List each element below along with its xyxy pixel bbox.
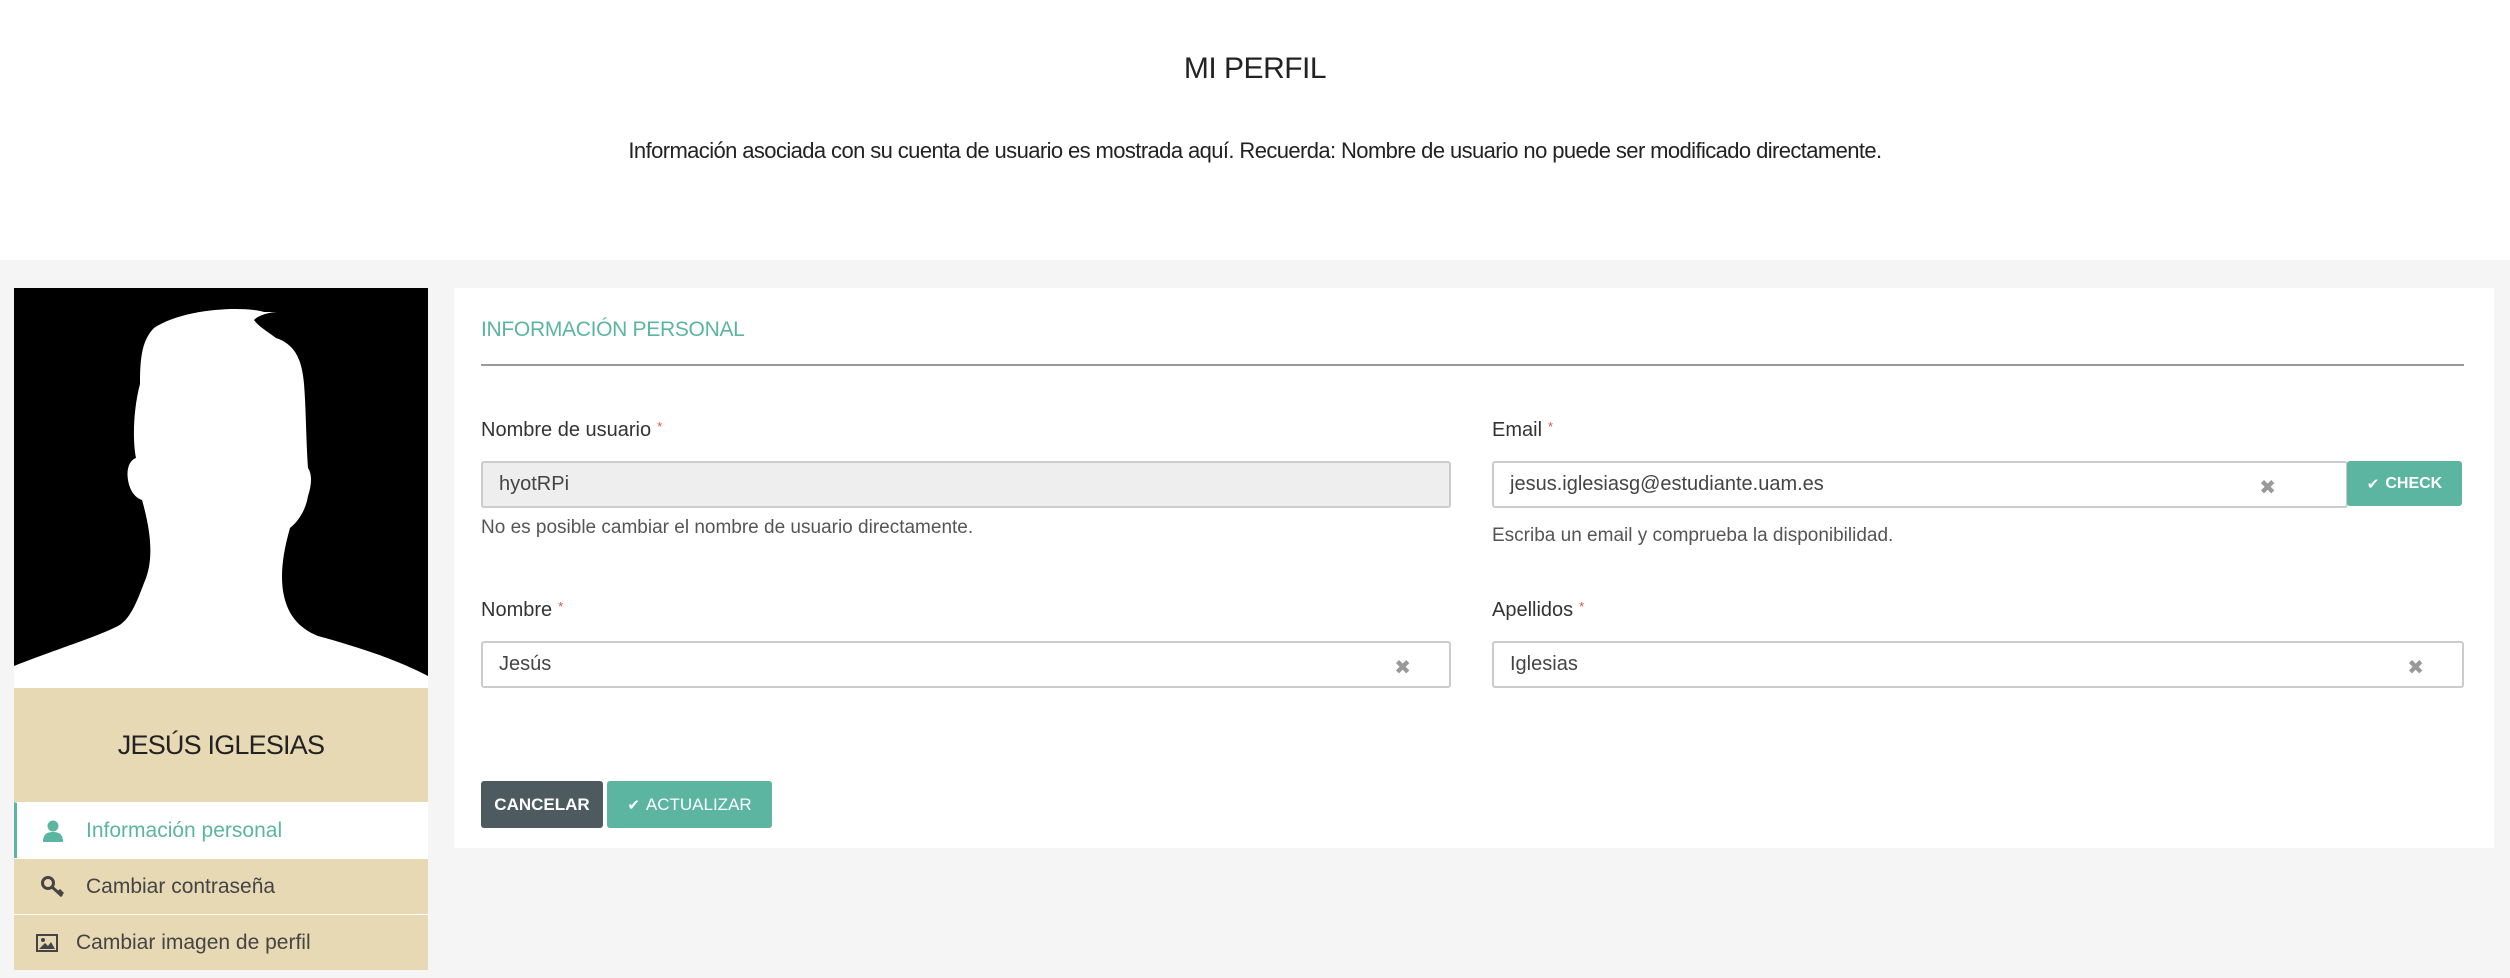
check-icon: ✔ bbox=[2366, 475, 2380, 493]
page-title: MI PERFIL bbox=[1183, 52, 1327, 85]
page-header: MI PERFIL Información asociada con su cu… bbox=[0, 0, 2510, 260]
sidebar-item-label: Cambiar imagen de perfil bbox=[76, 930, 311, 954]
clear-email-icon[interactable]: ✖ bbox=[2259, 475, 2276, 500]
email-label-text: Email bbox=[1492, 419, 1543, 441]
cancel-button[interactable]: CANCELAR bbox=[481, 781, 603, 828]
email-help: Escriba un email y comprueba la disponib… bbox=[1492, 525, 1894, 546]
nombre-label-text: Nombre bbox=[481, 599, 553, 621]
email-value: jesus.iglesiasg@estudiante.uam.es bbox=[1510, 473, 1824, 495]
update-button[interactable]: ✔ ACTUALIZAR bbox=[607, 781, 772, 828]
clear-apellidos-icon[interactable]: ✖ bbox=[2407, 655, 2424, 680]
apellidos-field[interactable]: Iglesias ✖ bbox=[1492, 641, 2464, 688]
username-value: hyotRPi bbox=[499, 473, 570, 495]
profile-sidebar: JESÚS IGLESIAS Información personal Camb… bbox=[14, 288, 428, 970]
section-title: INFORMACIÓN PERSONAL bbox=[481, 318, 745, 341]
nombre-value: Jesús bbox=[499, 653, 552, 675]
profile-name-box: JESÚS IGLESIAS bbox=[14, 688, 428, 802]
avatar-silhouette-icon bbox=[14, 309, 428, 688]
personal-info-card: INFORMACIÓN PERSONAL Nombre de usuario * … bbox=[454, 288, 2494, 848]
sidebar-item-change-image[interactable]: Cambiar imagen de perfil bbox=[14, 914, 428, 970]
check-email-button[interactable]: ✔ CHECK bbox=[2347, 461, 2462, 506]
section-divider bbox=[481, 364, 2464, 366]
nombre-label: Nombre * bbox=[481, 599, 563, 622]
username-label-text: Nombre de usuario bbox=[481, 419, 652, 441]
page-subtitle: Información asociada con su cuenta de us… bbox=[628, 138, 1882, 163]
required-mark: * bbox=[558, 599, 564, 614]
sidebar-item-personal-info[interactable]: Información personal bbox=[14, 802, 428, 858]
username-label: Nombre de usuario * bbox=[481, 419, 662, 442]
apellidos-value: Iglesias bbox=[1510, 653, 1578, 675]
key-icon bbox=[38, 875, 68, 899]
profile-menu: Información personal Cambiar contraseña … bbox=[14, 802, 428, 970]
profile-name: JESÚS IGLESIAS bbox=[117, 729, 325, 760]
check-icon: ✔ bbox=[627, 796, 640, 814]
sidebar-item-change-password[interactable]: Cambiar contraseña bbox=[14, 858, 428, 914]
sidebar-item-label: Cambiar contraseña bbox=[86, 874, 276, 898]
check-label: CHECK bbox=[2385, 474, 2443, 492]
email-field[interactable]: jesus.iglesiasg@estudiante.uam.es ✖ bbox=[1492, 461, 2348, 508]
apellidos-label-text: Apellidos bbox=[1492, 599, 1574, 621]
nombre-field[interactable]: Jesús ✖ bbox=[481, 641, 1451, 688]
avatar[interactable] bbox=[14, 288, 428, 688]
username-field: hyotRPi bbox=[481, 461, 1451, 508]
username-help: No es posible cambiar el nombre de usuar… bbox=[481, 517, 974, 538]
sidebar-item-label: Información personal bbox=[86, 818, 283, 842]
required-mark: * bbox=[1579, 599, 1585, 614]
update-label: ACTUALIZAR bbox=[645, 794, 752, 814]
required-mark: * bbox=[1548, 419, 1554, 434]
email-label: Email * bbox=[1492, 419, 1553, 442]
apellidos-label: Apellidos * bbox=[1492, 599, 1584, 622]
required-mark: * bbox=[657, 419, 663, 434]
user-icon bbox=[38, 819, 68, 843]
clear-nombre-icon[interactable]: ✖ bbox=[1394, 655, 1411, 680]
image-icon bbox=[32, 931, 62, 955]
